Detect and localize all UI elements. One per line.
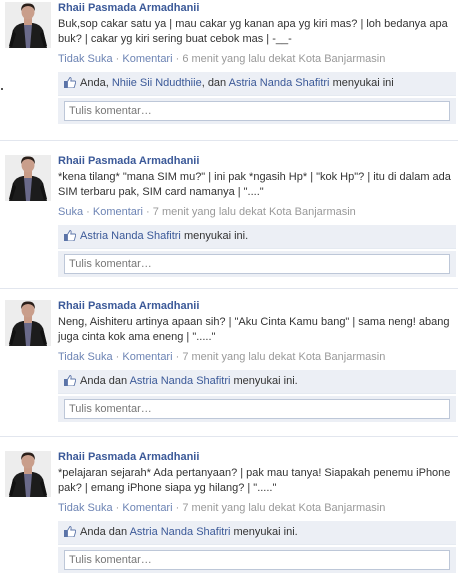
thumbs-up-icon (64, 526, 76, 537)
likes-bar: Anda dan Astria Nanda Shafitri menyukai … (58, 521, 456, 545)
likes-bar: Anda dan Astria Nanda Shafitri menyukai … (58, 370, 456, 394)
likes-bar: Anda, Nhiie Sii Ndudthiie, dan Astria Na… (58, 72, 456, 96)
post-message: Buk,sop cakar satu ya | mau cakar yg kan… (58, 18, 448, 45)
post-meta: Tidak Suka · Komentari · 7 menit yang la… (58, 351, 386, 363)
comment-link[interactable]: Komentari (122, 351, 172, 363)
post-author[interactable]: Rhaii Pasmada Armadhanii (58, 2, 456, 15)
post-message: *kena tilang* "mana SIM mu?" | ini pak *… (58, 171, 451, 198)
comment-box: Tulis komentar… (58, 547, 456, 573)
post-message: *pelajaran sejarah* Ada pertanyaan? | pa… (58, 467, 451, 494)
avatar[interactable] (5, 300, 51, 346)
divider (0, 436, 458, 437)
liker-link[interactable]: Astria Nanda Shafitri (229, 77, 330, 89)
post-time: 6 menit yang lalu dekat Kota Banjarmasin (182, 53, 386, 65)
comment-box: Tulis komentar… (58, 251, 456, 277)
post-time: 7 menit yang lalu dekat Kota Banjarmasin (182, 351, 386, 363)
divider (0, 288, 458, 289)
post-meta: Tidak Suka · Komentari · 7 menit yang la… (58, 502, 386, 514)
divider (0, 140, 458, 141)
post-time: 7 menit yang lalu dekat Kota Banjarmasin (152, 206, 356, 218)
thumbs-up-icon (64, 77, 76, 88)
comment-box: Tulis komentar… (58, 396, 456, 422)
unlike-link[interactable]: Tidak Suka (58, 502, 113, 514)
comment-link[interactable]: Komentari (122, 53, 172, 65)
liker-link[interactable]: Astria Nanda Shafitri (130, 375, 231, 387)
liker-link[interactable]: Nhiie Sii Ndudthiie (112, 77, 202, 89)
comment-link[interactable]: Komentari (93, 206, 143, 218)
post-time: 7 menit yang lalu dekat Kota Banjarmasin (182, 502, 386, 514)
comment-input[interactable]: Tulis komentar… (64, 399, 450, 419)
comment-input[interactable]: Tulis komentar… (64, 101, 450, 121)
post-author[interactable]: Rhaii Pasmada Armadhanii (58, 155, 456, 168)
likes-bar: Astria Nanda Shafitri menyukai ini. (58, 225, 456, 249)
unlike-link[interactable]: Tidak Suka (58, 53, 113, 65)
unlike-link[interactable]: Tidak Suka (58, 351, 113, 363)
like-link[interactable]: Suka (58, 206, 83, 218)
thumbs-up-icon (64, 230, 76, 241)
post-meta: Tidak Suka · Komentari · 6 menit yang la… (58, 53, 386, 65)
stray-dot (1, 88, 3, 90)
liker-link[interactable]: Astria Nanda Shafitri (80, 230, 181, 242)
post-author[interactable]: Rhaii Pasmada Armadhanii (58, 451, 456, 464)
comment-box: Tulis komentar… (58, 98, 456, 124)
avatar[interactable] (5, 2, 51, 48)
post-message: Neng, Aishiteru artinya apaan sih? | "Ak… (58, 316, 450, 343)
avatar[interactable] (5, 451, 51, 497)
thumbs-up-icon (64, 375, 76, 386)
comment-input[interactable]: Tulis komentar… (64, 550, 450, 570)
post-author[interactable]: Rhaii Pasmada Armadhanii (58, 300, 456, 313)
comment-input[interactable]: Tulis komentar… (64, 254, 450, 274)
liker-link[interactable]: Astria Nanda Shafitri (130, 526, 231, 538)
post-meta: Suka · Komentari · 7 menit yang lalu dek… (58, 206, 356, 218)
avatar[interactable] (5, 155, 51, 201)
comment-link[interactable]: Komentari (122, 502, 172, 514)
